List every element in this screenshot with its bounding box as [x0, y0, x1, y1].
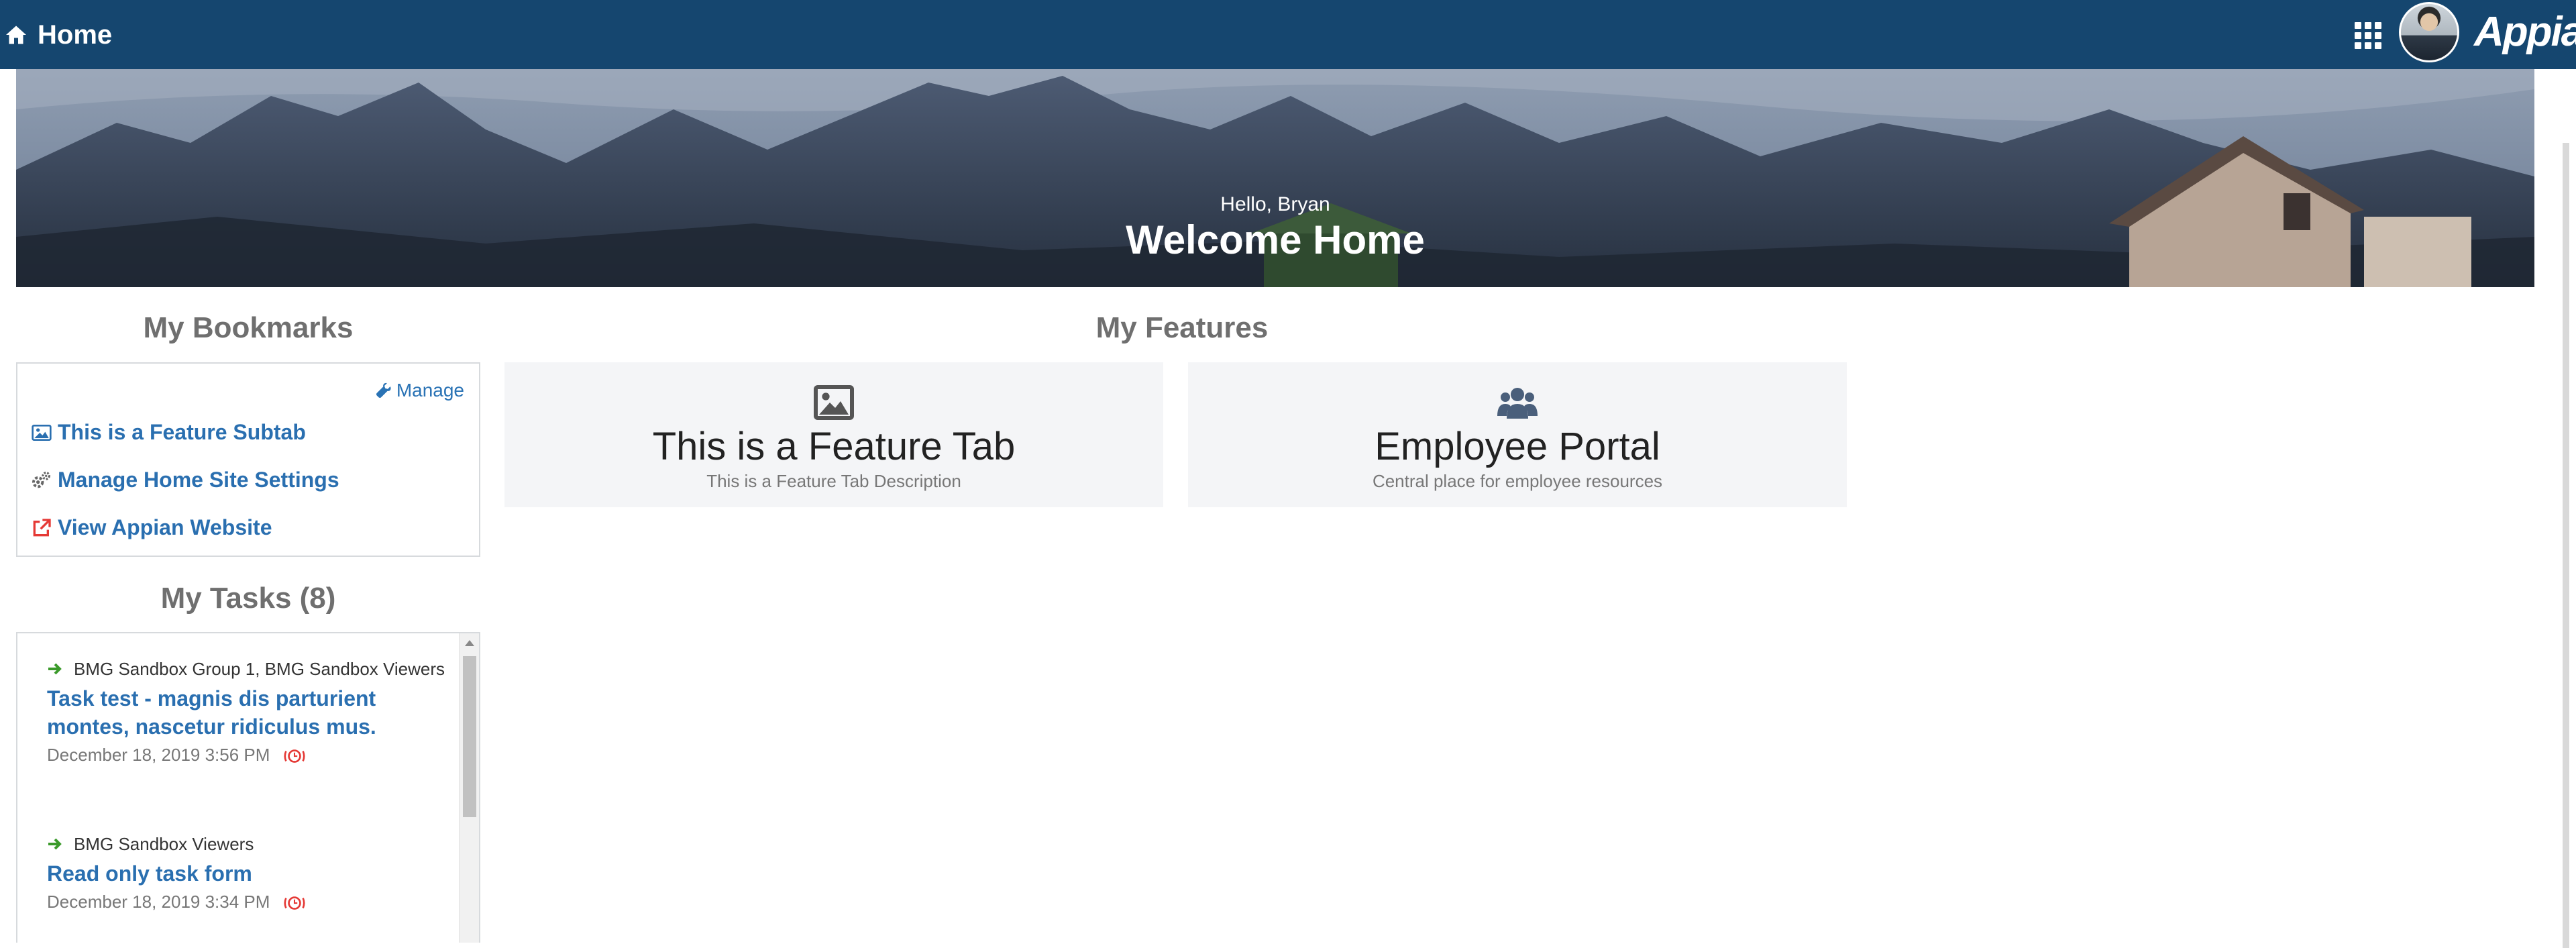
app-launcher-icon[interactable] [2355, 22, 2381, 49]
feature-tile-feature-tab[interactable]: This is a Feature Tab This is a Feature … [504, 362, 1163, 507]
scroll-up-icon[interactable] [465, 640, 474, 646]
alarm-icon [284, 896, 305, 910]
page-scrollbar[interactable] [2556, 69, 2576, 948]
wrench-icon [376, 382, 391, 399]
bookmarks-heading: My Bookmarks [143, 311, 354, 344]
banner-title: Welcome Home [1126, 217, 1425, 262]
task-title-link[interactable]: Read only task form [47, 859, 449, 888]
bookmark-appian-website[interactable]: View Appian Website [31, 515, 272, 540]
home-link[interactable]: Home [4, 16, 112, 54]
users-icon [1497, 388, 1538, 419]
bookmark-home-site-settings[interactable]: Manage Home Site Settings [31, 468, 339, 492]
features-heading: My Features [1095, 311, 1269, 344]
bookmark-label: View Appian Website [58, 515, 272, 539]
feature-title: Employee Portal [1375, 425, 1660, 468]
manage-bookmarks-link[interactable]: Manage [375, 380, 464, 401]
arrow-right-icon [48, 838, 62, 850]
alarm-icon [284, 749, 305, 763]
manage-label: Manage [396, 380, 464, 401]
feature-description: Central place for employee resources [1372, 471, 1663, 491]
tasks-scrollbar[interactable] [459, 633, 479, 943]
task-date: December 18, 2019 3:56 PM [47, 745, 449, 766]
bookmark-feature-subtab[interactable]: This is a Feature Subtab [31, 420, 306, 445]
task-date: December 18, 2019 3:34 PM [47, 892, 449, 912]
tasks-card: BMG Sandbox Group 1, BMG Sandbox Viewers… [16, 632, 480, 943]
welcome-banner: Hello, Bryan Welcome Home [16, 69, 2534, 287]
bookmark-label: This is a Feature Subtab [58, 420, 306, 444]
top-navigation-bar: Home Appian [0, 0, 2576, 69]
greeting-text: Hello, Bryan [1220, 193, 1330, 215]
page-scroll-thumb[interactable] [2563, 143, 2569, 948]
scroll-thumb[interactable] [463, 656, 476, 817]
arrow-right-icon [48, 663, 62, 675]
home-label: Home [38, 19, 113, 50]
external-link-icon [33, 518, 51, 536]
tasks-heading: My Tasks (8) [160, 582, 336, 615]
user-avatar[interactable] [2399, 2, 2459, 62]
task-item: BMG Sandbox Viewers Read only task form … [47, 833, 449, 912]
feature-description: This is a Feature Tab Description [706, 471, 961, 491]
bookmark-label: Manage Home Site Settings [58, 468, 339, 492]
feature-title: This is a Feature Tab [652, 425, 1016, 468]
home-icon [6, 25, 26, 44]
image-icon [814, 385, 854, 420]
task-assignees: BMG Sandbox Viewers [47, 833, 449, 855]
task-title-link[interactable]: Task test - magnis dis parturient montes… [47, 684, 449, 741]
feature-tile-employee-portal[interactable]: Employee Portal Central place for employ… [1188, 362, 1847, 507]
appian-logo[interactable]: Appian [2474, 8, 2576, 56]
task-assignees: BMG Sandbox Group 1, BMG Sandbox Viewers [47, 657, 449, 680]
task-item: BMG Sandbox Group 1, BMG Sandbox Viewers… [47, 657, 449, 766]
bookmarks-card: Manage This is a Feature Subtab Manage H… [16, 362, 480, 557]
image-icon [32, 424, 52, 441]
gears-icon [32, 471, 50, 488]
